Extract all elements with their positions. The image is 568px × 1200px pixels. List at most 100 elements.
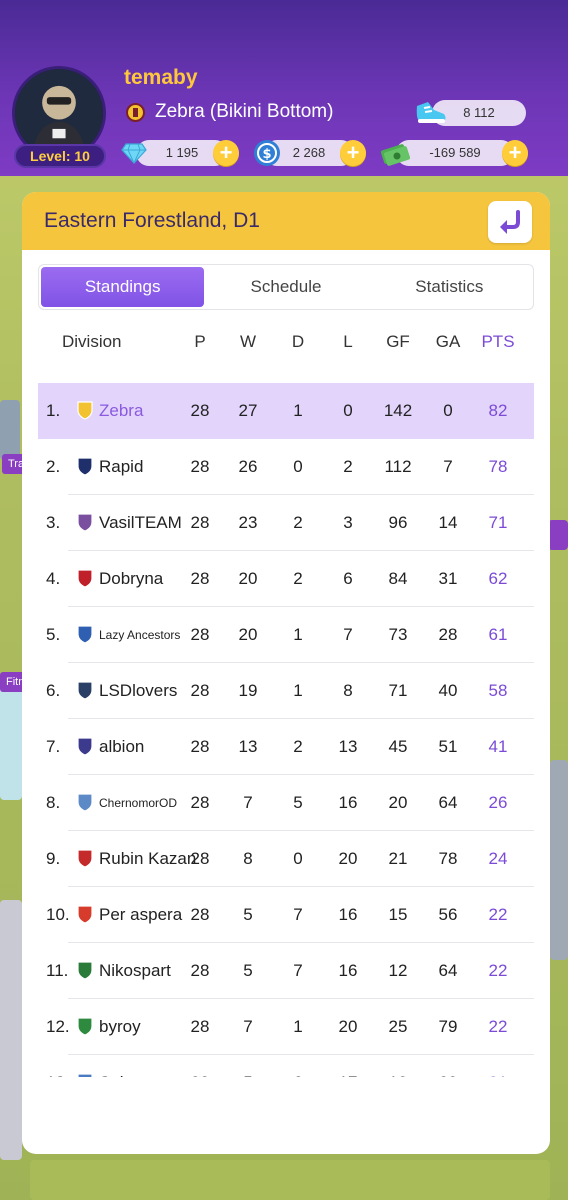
stat-pts: 82 [488,401,508,420]
tab-standings[interactable]: Standings [41,267,205,307]
profile-header: Level: 10 temaby Zebra (Bikini Bottom) 8… [0,0,568,176]
stat-w: 26 [238,457,258,476]
team-logo-icon [77,793,93,812]
stat-p: 28 [190,1017,210,1036]
team-name[interactable]: Solar [99,1073,139,1077]
username: temaby [124,66,198,89]
stat-w: 20 [238,569,258,588]
standings-table: 1. Zebra 28 27 1 0 142 0 82 2. Rapid 28 26 0 2 112 7 78 3.… [38,383,534,1077]
table-row[interactable]: 1. Zebra 28 27 1 0 142 0 82 [38,383,534,439]
team-name[interactable]: VasilTEAM [99,513,182,533]
team-name[interactable]: Nikospart [99,961,171,981]
stat-p: 28 [182,1073,218,1077]
col-gf: GF [386,332,410,351]
team-name[interactable]: Zebra [99,401,143,421]
stat-gf: 73 [388,625,408,644]
stat-ga: 64 [438,961,458,980]
table-row[interactable]: 9. Rubin Kazan 28 8 0 20 21 78 24 [38,831,534,887]
svg-text:$: $ [262,147,271,162]
stat-pts: 26 [488,793,508,812]
stat-d: 5 [293,793,303,812]
table-row[interactable]: 7. albion 28 13 2 13 45 51 41 [38,719,534,775]
stat-pts: 62 [488,569,508,588]
team-logo-icon [77,905,93,924]
add-cash-button[interactable]: + [502,140,528,166]
stat-w: 8 [243,849,253,868]
table-row[interactable]: 10. Per aspera 28 5 7 16 15 56 22 [38,887,534,943]
stat-ga: 51 [438,737,458,756]
stat-d: 2 [293,569,303,588]
rank: 8. [46,793,61,812]
stat-w: 27 [238,401,258,420]
stat-pts: 71 [488,513,508,532]
stat-ga: 14 [438,513,458,532]
stat-w: 13 [238,737,258,756]
back-button[interactable] [488,201,532,243]
add-gems-button[interactable]: + [213,140,239,166]
table-row[interactable]: 13. Solar 28 5 6 17 18 60 21 [38,1055,534,1077]
stat-gf: 20 [388,793,408,812]
stat-w: 5 [243,961,253,980]
stat-d: 6 [280,1073,316,1077]
stat-ga: 64 [438,793,458,812]
stat-ga: 0 [443,401,453,420]
tab-schedule[interactable]: Schedule [204,267,367,307]
rank: 11. [46,961,69,980]
stat-pts: 21 [476,1073,520,1077]
col-division: Division [62,332,122,351]
team-logo-icon [126,102,145,122]
stat-l: 20 [338,1017,358,1036]
standings-header: Division P W D L GF GA PTS [38,332,534,358]
team-name[interactable]: Dobryna [99,569,163,589]
stat-ga: 28 [438,625,458,644]
team-logo-icon [77,401,93,420]
col-d: D [291,332,305,351]
stat-d: 2 [293,737,303,756]
rank: 9. [46,849,61,868]
stat-p: 28 [190,569,210,588]
team-logo-icon [77,737,93,756]
team-name[interactable]: LSDlovers [99,681,177,701]
stat-w: 5 [243,905,253,924]
table-row[interactable]: 2. Rapid 28 26 0 2 112 7 78 [38,439,534,495]
team-name[interactable]: ChernomorOD [99,796,177,810]
team-logo-icon [77,513,93,532]
cash-counter: -169 589 [396,140,514,166]
stat-d: 1 [293,625,303,644]
table-row[interactable]: 11. Nikospart 28 5 7 16 12 64 22 [38,943,534,999]
stat-gf: 25 [388,1017,408,1036]
stat-d: 1 [293,681,303,700]
stat-d: 7 [293,905,303,924]
team-name[interactable]: Lazy Ancestors [99,628,180,642]
team-name[interactable]: Per aspera [99,905,182,925]
stat-w: 19 [238,681,258,700]
table-row[interactable]: 3. VasilTEAM 28 23 2 3 96 14 71 [38,495,534,551]
table-row[interactable]: 5. Lazy Ancestors 28 20 1 7 73 28 61 [38,607,534,663]
stat-p: 28 [190,905,210,924]
table-row[interactable]: 6. LSDlovers 28 19 1 8 71 40 58 [38,663,534,719]
stat-l: 17 [330,1073,366,1077]
dollar-coin-icon: $ [253,139,281,167]
stat-l: 13 [338,737,358,756]
col-ga: GA [435,332,461,351]
team-logo-icon [77,681,93,700]
team-name[interactable]: Rapid [99,457,143,477]
stat-pts: 58 [488,681,508,700]
stat-w: 23 [238,513,258,532]
table-row[interactable]: 4. Dobryna 28 20 2 6 84 31 62 [38,551,534,607]
table-row[interactable]: 8. ChernomorOD 28 7 5 16 20 64 26 [38,775,534,831]
add-coins-button[interactable]: + [340,140,366,166]
team-name[interactable]: byroy [99,1017,141,1037]
stat-ga: 40 [438,681,458,700]
stat-p: 28 [190,849,210,868]
table-row[interactable]: 12. byroy 28 7 1 20 25 79 22 [38,999,534,1055]
stat-p: 28 [190,681,210,700]
team-logo-icon [77,569,93,588]
stat-p: 28 [190,513,210,532]
rank: 6. [46,681,61,700]
team-name[interactable]: albion [99,737,144,757]
tab-statistics[interactable]: Statistics [368,267,531,307]
rank: 10. [46,905,70,924]
stat-gf: 96 [388,513,408,532]
stat-d: 1 [293,1017,303,1036]
